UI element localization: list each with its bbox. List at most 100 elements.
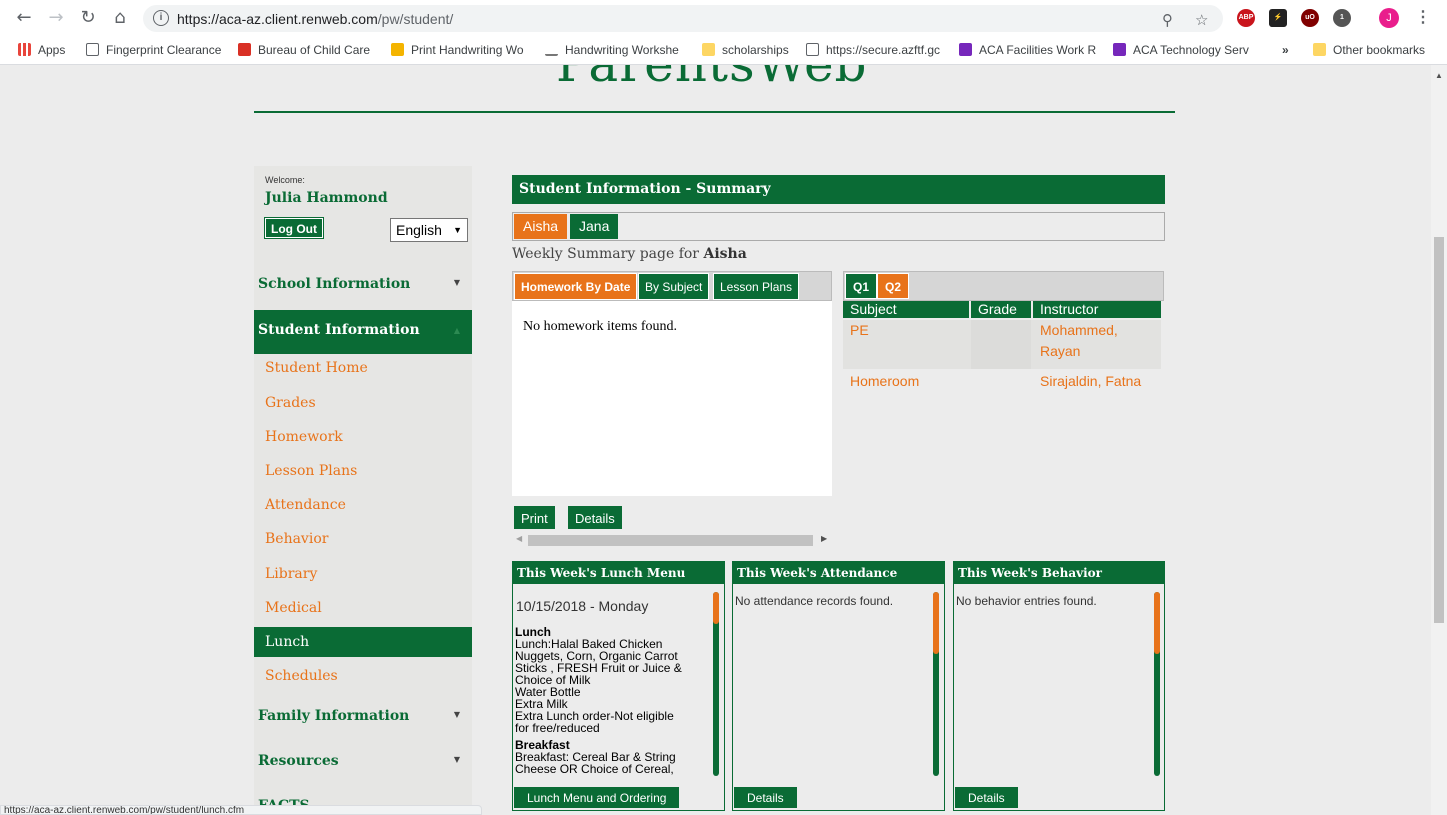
page-scrollbar[interactable]: ▲ [1431, 65, 1447, 815]
tab-student-aisha[interactable]: Aisha [514, 214, 568, 239]
url-text: https://aca-az.client.renweb.com/pw/stud… [177, 11, 454, 27]
scrollbar-thumb[interactable] [1434, 237, 1444, 623]
panel-scrollbar[interactable] [933, 592, 939, 776]
bookmark-fingerprint[interactable]: Fingerprint Clearance [86, 43, 222, 57]
tab-q2[interactable]: Q2 [877, 273, 910, 299]
sidebar-item-grades[interactable]: Grades [254, 388, 472, 418]
zoom-icon[interactable]: ⚲ [1162, 11, 1173, 29]
sidebar-item-student-home[interactable]: Student Home [254, 353, 472, 383]
instructor-link[interactable]: Mohammed, Rayan [1033, 320, 1118, 362]
scrollbar-thumb[interactable] [528, 535, 813, 546]
sidebar-item-homework[interactable]: Homework [254, 422, 472, 452]
ublock-icon[interactable]: uO [1301, 9, 1319, 27]
instructor-link[interactable]: Sirajaldin, Fatna [1033, 371, 1141, 392]
print-button[interactable]: Print [514, 506, 555, 529]
scrollbar-thumb[interactable] [1154, 592, 1160, 654]
sidebar-item-lunch[interactable]: Lunch [254, 627, 472, 657]
tab-by-subject[interactable]: By Subject [638, 273, 710, 300]
subject-link[interactable]: Homeroom [843, 371, 919, 392]
extension-icon[interactable]: ⚡ [1269, 9, 1287, 27]
subject-link[interactable]: PE [843, 320, 869, 341]
sidebar-item-attendance[interactable]: Attendance [254, 490, 472, 520]
kebab-menu-icon[interactable]: ⋮ [1415, 7, 1431, 27]
extension-badge-icon[interactable]: 1 [1333, 9, 1351, 27]
section-school-information[interactable]: School Information ▼ [254, 276, 472, 292]
homework-list: No homework items found. [512, 301, 832, 496]
language-select[interactable]: English ▼ [390, 218, 468, 242]
back-arrow-icon[interactable]: ← [14, 8, 34, 28]
tab-q1[interactable]: Q1 [845, 273, 878, 299]
home-icon[interactable]: ⌂ [110, 8, 130, 28]
tab-homework-by-date[interactable]: Homework By Date [514, 273, 638, 300]
behavior-empty-message: No behavior entries found. [956, 594, 1097, 608]
horizontal-scrollbar[interactable]: ◀ ▶ [512, 534, 832, 546]
bookmark-apps[interactable]: Apps [18, 43, 72, 57]
section-resources[interactable]: Resources ▼ [254, 753, 472, 769]
scrollbar-thumb[interactable] [713, 592, 719, 624]
tab-lesson-plans[interactable]: Lesson Plans [713, 273, 800, 300]
info-icon[interactable]: i [153, 10, 169, 26]
bookmark-facilities[interactable]: ACA Facilities Work R [959, 43, 1099, 57]
tab-student-jana[interactable]: Jana [570, 214, 619, 239]
sidebar-item-behavior[interactable]: Behavior [254, 524, 472, 554]
quarter-tabs: Q1 Q2 [843, 271, 1164, 301]
page-icon [86, 43, 99, 56]
bookmark-print-handwriting[interactable]: Print Handwriting Wo [391, 43, 529, 57]
welcome-label: Welcome: [265, 175, 305, 185]
panel-scrollbar[interactable] [713, 592, 719, 776]
lunch-date: 10/15/2018 - Monday [516, 598, 649, 614]
column-header-subject: Subject [843, 301, 969, 318]
menu-line: for free/reduced [515, 721, 600, 735]
browser-toolbar: ← → ↻ ⌂ i https://aca-az.client.renweb.c… [0, 0, 1447, 37]
page-icon [806, 43, 819, 56]
behavior-panel: This Week's Behavior No behavior entries… [953, 561, 1165, 811]
more-bookmarks-button[interactable]: » [1282, 43, 1289, 57]
table-row: Homeroom Sirajaldin, Fatna [843, 371, 1161, 393]
sidebar-item-lesson-plans[interactable]: Lesson Plans [254, 456, 472, 486]
bookmark-handwriting-worksheet[interactable]: Handwriting Workshe [545, 43, 688, 57]
page-title: Student Information - Summary [512, 175, 1165, 204]
details-button[interactable]: Details [568, 506, 622, 529]
reload-icon[interactable]: ↻ [78, 8, 98, 28]
column-header-grade: Grade [971, 301, 1031, 318]
address-bar[interactable]: i https://aca-az.client.renweb.com/pw/st… [143, 5, 1223, 32]
scroll-left-icon[interactable]: ◀ [516, 534, 522, 543]
adblock-icon[interactable]: ABP [1237, 9, 1255, 27]
scrollbar-thumb[interactable] [933, 592, 939, 654]
attendance-details-button[interactable]: Details [734, 787, 797, 808]
bookmark-scholarships[interactable]: scholarships [702, 43, 794, 57]
sidebar-item-schedules[interactable]: Schedules [254, 661, 472, 691]
scroll-right-icon[interactable]: ▶ [821, 534, 827, 543]
sidebar: Welcome: Julia Hammond Log Out English ▼ … [254, 166, 472, 815]
section-family-information[interactable]: Family Information ▼ [254, 708, 472, 724]
forward-arrow-icon[interactable]: → [46, 8, 66, 28]
status-url: https://aca-az.client.renweb.com/pw/stud… [0, 805, 482, 815]
attendance-panel: This Week's Attendance No attendance rec… [732, 561, 945, 811]
sidebar-item-library[interactable]: Library [254, 559, 472, 589]
student-tabs: Aisha Jana [512, 212, 1165, 241]
lunch-panel-title: This Week's Lunch Menu [513, 562, 724, 584]
profile-avatar[interactable]: J [1379, 8, 1399, 28]
caret-down-icon: ▼ [453, 277, 460, 287]
brand-logo: ParentsWeb [556, 65, 868, 93]
sidebar-item-medical[interactable]: Medical [254, 593, 472, 623]
bookmark-red-icon [238, 43, 251, 56]
lunch-menu-panel: This Week's Lunch Menu 10/15/2018 - Mond… [512, 561, 725, 811]
panel-scrollbar[interactable] [1154, 592, 1160, 776]
bookmark-technology[interactable]: ACA Technology Serv [1113, 43, 1253, 57]
lunch-ordering-button[interactable]: Lunch Menu and Ordering [514, 787, 680, 808]
other-bookmarks-folder[interactable]: Other bookmarks [1313, 43, 1425, 57]
bookmark-azftf[interactable]: https://secure.azftf.gc [806, 43, 945, 57]
section-student-information[interactable]: Student Information ▲ [254, 310, 472, 354]
bookmark-child-care[interactable]: Bureau of Child Care [238, 43, 373, 57]
apps-grid-icon [18, 43, 31, 56]
behavior-details-button[interactable]: Details [955, 787, 1018, 808]
bookmarks-bar: Apps Fingerprint Clearance Bureau of Chi… [0, 37, 1447, 65]
menu-line: Cheese OR Choice of Cereal, [515, 762, 674, 776]
behavior-panel-title: This Week's Behavior [954, 562, 1164, 584]
scroll-up-icon[interactable]: ▲ [1435, 71, 1443, 80]
logout-button[interactable]: Log Out [264, 217, 324, 239]
star-icon[interactable]: ☆ [1195, 11, 1208, 29]
dropdown-arrow-icon: ▼ [453, 225, 462, 235]
caret-down-icon: ▼ [453, 754, 460, 764]
